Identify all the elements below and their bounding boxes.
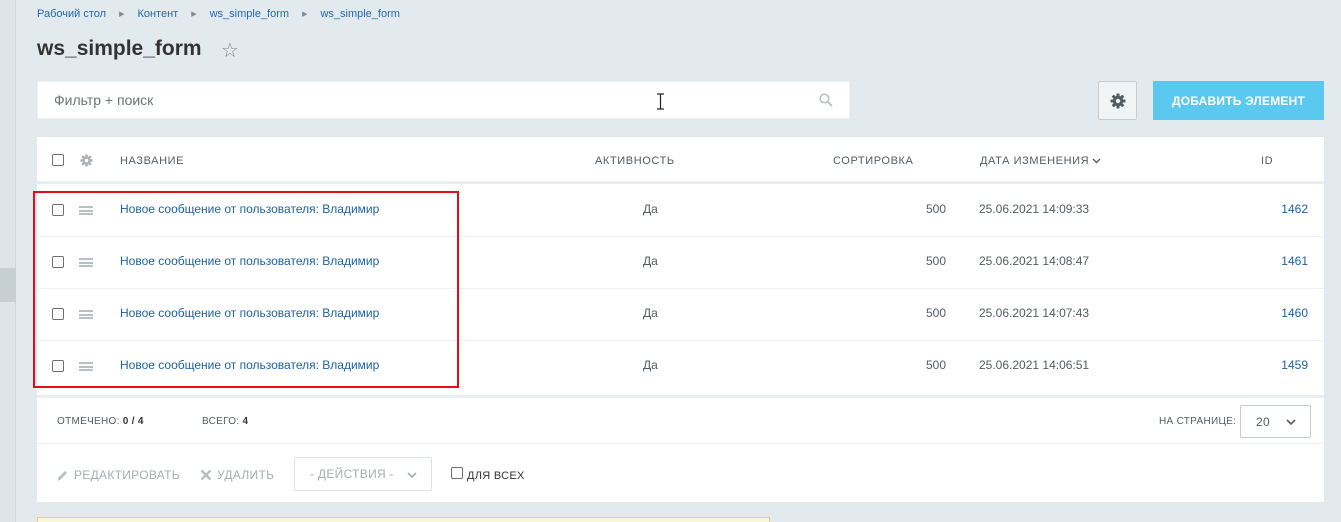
close-icon (200, 469, 212, 481)
left-panel-toggle[interactable] (0, 268, 16, 302)
selection-highlight-frame (33, 191, 459, 388)
delete-button[interactable]: УДАЛИТЬ (200, 468, 274, 482)
total-count: ВСЕГО: 4 (202, 416, 248, 427)
breadcrumb-arrow-icon: ▶ (302, 11, 308, 18)
chevron-down-icon (407, 472, 417, 479)
chevron-down-icon (1286, 419, 1296, 426)
text-cursor-icon (657, 93, 664, 110)
row-active: Да (643, 202, 658, 216)
row-id-link[interactable]: 1460 (1281, 306, 1308, 320)
row-active: Да (643, 358, 658, 372)
actions-dropdown-value: - ДЕЙСТВИЯ - (310, 467, 394, 481)
row-sort: 500 (926, 358, 947, 372)
grid-header: НАЗВАНИЕ АКТИВНОСТЬ СОРТИРОВКА ДАТА ИЗМЕ… (37, 137, 1324, 184)
sort-desc-chevron-icon (1092, 158, 1101, 164)
search-icon[interactable] (819, 93, 833, 107)
settings-button[interactable] (1098, 81, 1137, 120)
notice-panel (37, 517, 770, 522)
row-date: 25.06.2021 14:09:33 (979, 202, 1090, 216)
edit-label: РЕДАКТИРОВАТЬ (74, 468, 180, 482)
actions-dropdown[interactable]: - ДЕЙСТВИЯ - (294, 457, 432, 491)
column-settings-gear-icon[interactable] (80, 154, 93, 167)
favorite-star-icon[interactable]: ☆ (221, 38, 239, 63)
page-title: ws_simple_form (37, 37, 202, 60)
breadcrumb-arrow-icon: ▶ (191, 11, 197, 18)
row-sort: 500 (926, 254, 947, 268)
selected-count: ОТМЕЧЕНО: 0 / 4 (57, 416, 144, 427)
per-page-select[interactable]: 20 (1240, 405, 1311, 438)
row-date: 25.06.2021 14:08:47 (979, 254, 1090, 268)
column-header-name[interactable]: НАЗВАНИЕ (120, 155, 184, 167)
breadcrumb-arrow-icon: ▶ (119, 11, 125, 18)
filter-search-box[interactable] (37, 81, 850, 119)
breadcrumb-item-content[interactable]: Контент (137, 8, 178, 20)
gear-icon (1110, 93, 1125, 108)
group-actions-panel: РЕДАКТИРОВАТЬ УДАЛИТЬ - ДЕЙСТВИЯ - ДЛЯ В… (37, 443, 1324, 502)
column-header-sort[interactable]: СОРТИРОВКА (833, 155, 913, 167)
per-page-label: НА СТРАНИЦЕ: (1159, 416, 1237, 427)
selected-count-label: ОТМЕЧЕНО: (57, 416, 120, 427)
pencil-icon (57, 470, 67, 481)
row-active: Да (643, 254, 658, 268)
delete-label: УДАЛИТЬ (217, 468, 275, 482)
column-header-active[interactable]: АКТИВНОСТЬ (595, 155, 675, 167)
column-header-date[interactable]: ДАТА ИЗМЕНЕНИЯ (980, 155, 1089, 167)
row-date: 25.06.2021 14:07:43 (979, 306, 1090, 320)
column-header-id[interactable]: ID (1261, 155, 1273, 167)
select-all-checkbox[interactable] (52, 154, 64, 166)
row-id-link[interactable]: 1462 (1281, 202, 1308, 216)
breadcrumb-item-iblock[interactable]: ws_simple_form (320, 8, 399, 20)
per-page-value: 20 (1256, 415, 1270, 429)
for-all-checkbox[interactable] (451, 467, 463, 479)
grid-footer: ОТМЕЧЕНО: 0 / 4 ВСЕГО: 4 НА СТРАНИЦЕ: 20 (37, 395, 1324, 443)
breadcrumb-item-desktop[interactable]: Рабочий стол (37, 8, 106, 20)
row-sort: 500 (926, 306, 947, 320)
left-panel-edge (0, 0, 16, 522)
row-id-link[interactable]: 1461 (1281, 254, 1308, 268)
row-active: Да (643, 306, 658, 320)
breadcrumb: Рабочий стол ▶ Контент ▶ ws_simple_form … (37, 8, 400, 20)
row-sort: 500 (926, 202, 947, 216)
selected-count-value: 0 / 4 (122, 416, 144, 427)
for-all-label: ДЛЯ ВСЕХ (467, 470, 525, 482)
total-count-value: 4 (242, 416, 249, 427)
filter-search-input[interactable] (54, 92, 794, 108)
edit-button[interactable]: РЕДАКТИРОВАТЬ (56, 468, 180, 482)
breadcrumb-item-iblock-type[interactable]: ws_simple_form (210, 8, 289, 20)
row-date: 25.06.2021 14:06:51 (979, 358, 1090, 372)
add-element-button[interactable]: ДОБАВИТЬ ЭЛЕМЕНТ (1153, 81, 1324, 120)
total-count-label: ВСЕГО: (202, 416, 240, 427)
row-id-link[interactable]: 1459 (1281, 358, 1308, 372)
